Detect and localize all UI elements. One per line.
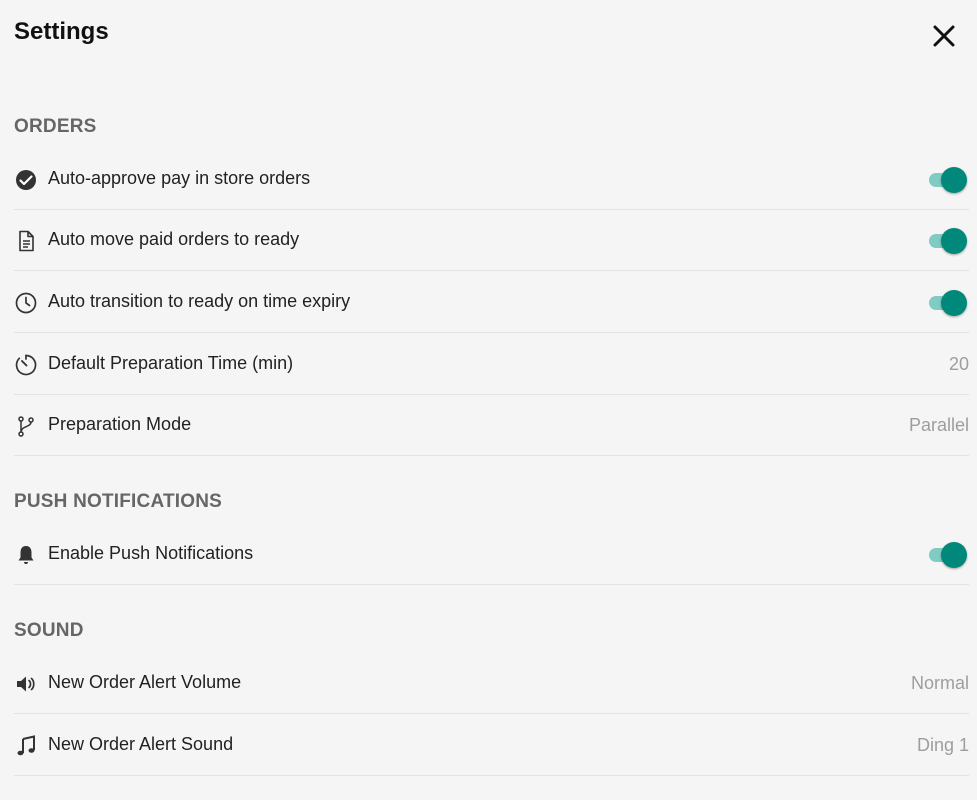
setting-label: Auto transition to ready on time expiry [48,291,351,311]
close-button[interactable] [930,22,958,50]
speaker-icon [14,672,38,696]
setting-default-prep-time[interactable]: Default Preparation Time (min) 20 [14,335,969,395]
setting-auto-approve[interactable]: Auto-approve pay in store orders [14,150,969,210]
document-icon [14,229,38,253]
section-title-orders: ORDERS [14,116,97,137]
setting-preparation-mode[interactable]: Preparation Mode Parallel [14,396,969,456]
auto-transition-toggle[interactable] [929,290,967,316]
setting-label: New Order Alert Sound [48,734,234,754]
auto-move-paid-toggle[interactable] [929,228,967,254]
timer-icon [14,353,38,377]
music-note-icon [14,734,38,758]
setting-label: Auto move paid orders to ready [48,229,300,249]
setting-value: Normal [910,673,969,693]
setting-label: Preparation Mode [48,414,192,434]
setting-value: Ding 1 [916,735,969,755]
setting-alert-sound[interactable]: New Order Alert Sound Ding 1 [14,716,969,776]
clock-icon [14,291,38,315]
setting-alert-volume[interactable]: New Order Alert Volume Normal [14,654,969,714]
setting-value: Parallel [908,415,969,435]
section-title-push-notifications: PUSH NOTIFICATIONS [14,491,223,512]
setting-enable-push[interactable]: Enable Push Notifications [14,525,969,585]
setting-label: New Order Alert Volume [48,672,242,692]
page-title: Settings [14,18,109,45]
close-icon[interactable] [930,22,958,50]
setting-label: Default Preparation Time (min) [48,353,294,373]
setting-auto-move-paid[interactable]: Auto move paid orders to ready [14,211,969,271]
setting-auto-transition[interactable]: Auto transition to ready on time expiry [14,273,969,333]
branch-icon [14,414,38,438]
settings-header: Settings [0,0,977,70]
check-circle-icon [14,168,38,192]
enable-push-toggle[interactable] [929,542,967,568]
setting-value: 20 [948,354,969,374]
setting-label: Enable Push Notifications [48,543,254,563]
section-title-sound: SOUND [14,620,84,641]
bell-icon [14,543,38,567]
setting-label: Auto-approve pay in store orders [48,168,311,188]
auto-approve-toggle[interactable] [929,167,967,193]
